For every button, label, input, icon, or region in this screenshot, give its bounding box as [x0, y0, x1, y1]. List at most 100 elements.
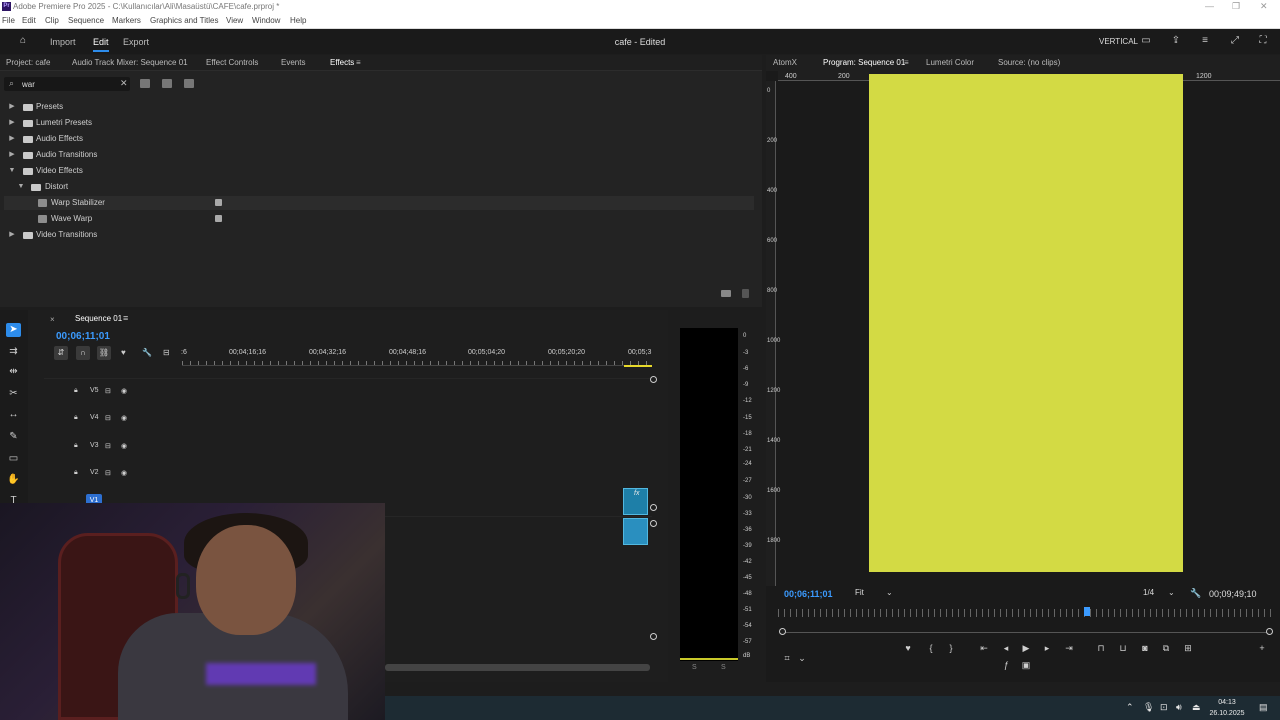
comparison-icon[interactable]: ▣ [1019, 659, 1033, 671]
audio-clip[interactable] [623, 518, 648, 545]
minimize-icon[interactable]: — [1205, 1, 1214, 11]
effects-search[interactable]: ⌕ ✕ [4, 77, 130, 91]
menu-graphics[interactable]: Graphics and Titles [150, 16, 218, 25]
usb-icon[interactable]: ⏏ [1192, 702, 1201, 713]
trash-icon[interactable] [742, 289, 749, 298]
time-ruler[interactable] [182, 358, 652, 366]
go-to-in-icon[interactable]: ⇤ [977, 642, 991, 654]
selection-tool-icon[interactable]: ➤ [6, 323, 21, 337]
sequence-tab[interactable]: Sequence 01 [75, 314, 122, 323]
razor-tool-icon[interactable]: ✂ [6, 387, 21, 401]
panel-menu-icon[interactable]: ≡ [356, 58, 361, 67]
program-menu-icon[interactable]: ≡ [904, 58, 909, 67]
tab-import[interactable]: Import [50, 37, 76, 47]
new-bin-icon[interactable] [721, 290, 731, 297]
lock-icon[interactable]: 🔒︎ [74, 414, 78, 422]
mark-out-icon[interactable]: } [944, 642, 958, 654]
track-header-v3[interactable]: 🔒︎ V3 ⊟ ◉ [44, 433, 182, 459]
tree-item-audio-transitions[interactable]: ▶ Audio Transitions [4, 148, 754, 162]
tab-audio-track-mixer[interactable]: Audio Track Mixer: Sequence 01 [72, 58, 188, 67]
tree-item-warp-stabilizer[interactable]: Warp Stabilizer [4, 196, 754, 210]
home-icon[interactable]: ⌂ [17, 35, 29, 47]
32-bit-effects-icon[interactable] [162, 79, 172, 88]
scroll-handle[interactable] [650, 633, 657, 640]
notification-icon[interactable]: ▤ [1259, 702, 1268, 713]
lock-icon[interactable]: 🔒︎ [74, 469, 78, 477]
microphone-icon[interactable]: 🎙︎ [1143, 702, 1154, 713]
chevron-right-icon[interactable]: ▶ [8, 132, 16, 146]
menu-sequence[interactable]: Sequence [68, 16, 104, 25]
snap-icon[interactable]: ∩ [76, 346, 90, 360]
eye-icon[interactable]: ◉ [121, 469, 127, 477]
linked-selection-icon[interactable]: ⛓ [97, 346, 111, 360]
tab-effects[interactable]: Effects [330, 58, 354, 67]
step-back-icon[interactable]: ◂ [999, 642, 1013, 654]
sync-lock-icon[interactable]: ⊟ [105, 387, 111, 395]
insert-nest-icon[interactable]: ⇵ [54, 346, 68, 360]
lift-icon[interactable]: ⊓ [1094, 642, 1108, 654]
chevron-down-icon[interactable]: ▼ [8, 164, 16, 178]
share-icon[interactable]: ⇪ [1170, 35, 1182, 47]
zoom-scroll-bar[interactable] [784, 632, 1270, 633]
volume-icon[interactable]: 🔊︎ [1176, 702, 1182, 713]
eye-icon[interactable]: ◉ [121, 387, 127, 395]
playhead[interactable] [1084, 607, 1090, 616]
menu-edit[interactable]: Edit [22, 16, 36, 25]
tree-item-wave-warp[interactable]: Wave Warp [4, 212, 754, 226]
timeline-timecode[interactable]: 00;06;11;01 [56, 331, 110, 342]
tree-item-video-transitions[interactable]: ▶ Video Transitions [4, 228, 754, 242]
track-header-v4[interactable]: 🔒︎ V4 ⊟ ◉ [44, 405, 182, 431]
lock-icon[interactable]: 🔒︎ [74, 387, 78, 395]
close-sequence-icon[interactable]: × [50, 315, 55, 324]
video-clip[interactable]: fx [623, 488, 648, 515]
taskbar-date[interactable]: 26.10.2025 [1205, 710, 1249, 717]
taskbar-time[interactable]: 04:13 [1207, 699, 1247, 706]
tab-source[interactable]: Source: (no clips) [998, 58, 1060, 67]
export-frame-icon[interactable]: ◙ [1138, 642, 1152, 654]
tab-edit[interactable]: Edit [93, 37, 109, 52]
maximize-icon[interactable]: ❐ [1232, 1, 1240, 12]
menu-lines-icon[interactable]: ≡ [1199, 35, 1211, 47]
settings-wrench-icon[interactable]: 🔧 [1190, 588, 1201, 599]
program-timecode[interactable]: 00;06;11;01 [784, 589, 833, 599]
chevron-right-icon[interactable]: ▶ [8, 148, 16, 162]
solo-button[interactable]: S [692, 664, 697, 671]
chevron-right-icon[interactable]: ▶ [8, 228, 16, 242]
track-header-v2[interactable]: 🔒︎ V2 ⊟ ◉ [44, 460, 182, 486]
program-frame[interactable] [869, 74, 1183, 572]
menu-clip[interactable]: Clip [45, 16, 59, 25]
tab-events[interactable]: Events [281, 58, 305, 67]
safe-margins-icon[interactable]: ⌗ [780, 652, 794, 664]
network-icon[interactable]: ⊡ [1160, 702, 1168, 713]
rectangle-tool-icon[interactable]: ▭ [6, 452, 21, 466]
tab-export[interactable]: Export [123, 37, 149, 47]
panel-icon[interactable]: ▭ [1140, 35, 1152, 47]
search-input[interactable] [22, 78, 118, 90]
tree-item-audio-effects[interactable]: ▶ Audio Effects [4, 132, 754, 146]
tab-atomx[interactable]: AtomX [773, 58, 797, 67]
close-icon[interactable]: ✕ [1260, 1, 1268, 12]
tree-item-video-effects[interactable]: ▼ Video Effects [4, 164, 754, 178]
captions-icon[interactable]: ⊟ [163, 348, 170, 357]
zoom-icon[interactable]: ⤢ [1229, 35, 1241, 47]
program-time-ruler[interactable] [778, 609, 1272, 617]
scroll-handle[interactable] [779, 628, 786, 635]
tab-effect-controls[interactable]: Effect Controls [206, 58, 258, 67]
track-select-tool-icon[interactable]: ⇉ [6, 345, 21, 359]
sync-lock-icon[interactable]: ⊟ [105, 442, 111, 450]
scroll-handle[interactable] [650, 504, 657, 511]
solo-button[interactable]: S [721, 664, 726, 671]
tab-program[interactable]: Program: Sequence 01 [823, 58, 905, 67]
workspace-label[interactable]: VERTICAL [1099, 37, 1138, 46]
proxy-toggle-icon[interactable]: ⊞ [1181, 642, 1195, 654]
chevron-down-icon[interactable]: ⌄ [795, 652, 809, 664]
accelerated-effects-icon[interactable] [140, 79, 150, 88]
sync-lock-icon[interactable]: ⊟ [105, 469, 111, 477]
mark-in-icon[interactable]: { [924, 642, 938, 654]
extract-icon[interactable]: ⊔ [1116, 642, 1130, 654]
work-area-bar[interactable] [624, 365, 652, 367]
chevron-right-icon[interactable]: ▶ [8, 116, 16, 130]
yuv-effects-icon[interactable] [184, 79, 194, 88]
menu-view[interactable]: View [226, 16, 243, 25]
chevron-up-icon[interactable]: ⌃ [1126, 702, 1134, 713]
